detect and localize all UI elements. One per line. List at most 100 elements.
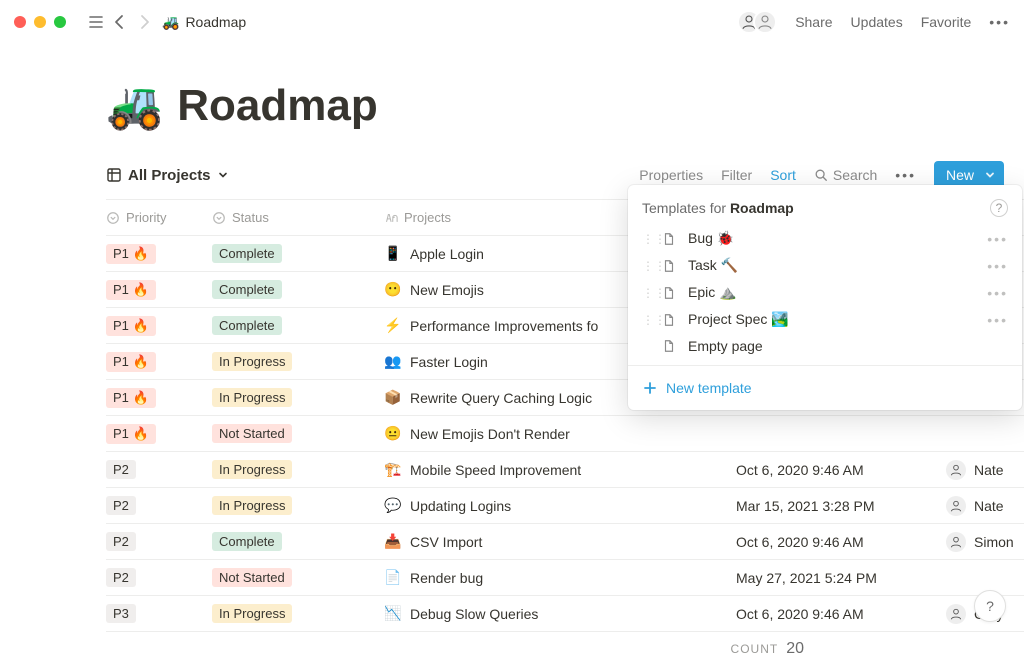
toolbar-more-icon[interactable]: ••• <box>895 167 916 183</box>
project-name: Performance Improvements fo <box>410 318 598 334</box>
cell-assignee: Nate <box>946 496 1024 516</box>
minimize-window-icon[interactable] <box>34 16 46 28</box>
project-icon: 😶 <box>384 281 402 298</box>
sort-button[interactable]: Sort <box>770 167 796 183</box>
templates-popover: Templates for Roadmap ? ⋮⋮ Bug 🐞 ••• ⋮⋮ Task… <box>628 185 1022 410</box>
page-title[interactable]: Roadmap <box>177 81 377 131</box>
table-row[interactable]: P1 🔥Not Started😐New Emojis Don't Render <box>106 416 1024 452</box>
popover-title: Templates for Roadmap ? <box>628 195 1022 225</box>
template-item[interactable]: ⋮⋮ Project Spec 🏞️ ••• <box>628 306 1022 333</box>
template-label: Bug 🐞 <box>688 230 734 247</box>
cell-project: 🏗️Mobile Speed Improvement <box>384 461 736 478</box>
cell-status: In Progress <box>212 388 384 407</box>
cell-date: Oct 6, 2020 9:46 AM <box>736 606 946 622</box>
avatar <box>946 460 966 480</box>
more-icon[interactable]: ••• <box>989 14 1010 30</box>
template-item[interactable]: Empty page <box>628 333 1022 359</box>
project-icon: 💬 <box>384 497 402 514</box>
separator <box>628 365 1022 366</box>
hamburger-icon[interactable] <box>84 10 108 34</box>
priority-badge: P2 <box>106 496 136 515</box>
priority-badge: P2 <box>106 460 136 479</box>
chevron-down-icon[interactable] <box>984 169 996 181</box>
more-icon[interactable]: ••• <box>987 285 1008 301</box>
table-row[interactable]: P2In Progress💬Updating LoginsMar 15, 202… <box>106 488 1024 524</box>
priority-badge: P1 🔥 <box>106 352 156 372</box>
help-icon[interactable]: ? <box>990 199 1008 217</box>
priority-badge: P1 🔥 <box>106 388 156 408</box>
favorite-button[interactable]: Favorite <box>921 14 972 30</box>
template-label: Epic ⛰️ <box>688 284 737 301</box>
table-row[interactable]: P3In Progress📉Debug Slow QueriesOct 6, 2… <box>106 596 1024 632</box>
more-icon[interactable]: ••• <box>987 231 1008 247</box>
traffic-lights <box>14 16 66 28</box>
search-label: Search <box>833 167 877 183</box>
table-row[interactable]: P2In Progress🏗️Mobile Speed ImprovementO… <box>106 452 1024 488</box>
breadcrumb-title: Roadmap <box>185 14 246 30</box>
col-priority[interactable]: Priority <box>106 210 212 225</box>
breadcrumb[interactable]: 🚜 Roadmap <box>162 14 246 31</box>
filter-button[interactable]: Filter <box>721 167 752 183</box>
drag-handle-icon[interactable]: ⋮⋮ <box>642 259 652 273</box>
table-row[interactable]: P2Not Started📄Render bugMay 27, 2021 5:2… <box>106 560 1024 596</box>
zoom-window-icon[interactable] <box>54 16 66 28</box>
drag-handle-icon[interactable]: ⋮⋮ <box>642 286 652 300</box>
updates-button[interactable]: Updates <box>851 14 903 30</box>
template-item[interactable]: ⋮⋮ Bug 🐞 ••• <box>628 225 1022 252</box>
cell-priority: P2 <box>106 532 212 551</box>
help-fab[interactable]: ? <box>974 590 1006 622</box>
project-icon: 📉 <box>384 605 402 622</box>
chevron-down-icon <box>217 169 229 181</box>
project-icon: ⚡ <box>384 317 402 334</box>
avatar <box>946 496 966 516</box>
more-icon[interactable]: ••• <box>987 312 1008 328</box>
assignee-name: Nate <box>974 498 1004 514</box>
cell-priority: P2 <box>106 496 212 515</box>
view-switcher[interactable]: All Projects <box>106 167 229 184</box>
presence-avatars[interactable] <box>737 10 777 34</box>
priority-badge: P1 🔥 <box>106 280 156 300</box>
template-item[interactable]: ⋮⋮ Task 🔨 ••• <box>628 252 1022 279</box>
row-count: COUNT 20 <box>106 632 1024 658</box>
project-name: CSV Import <box>410 534 482 550</box>
share-button[interactable]: Share <box>795 14 832 30</box>
close-window-icon[interactable] <box>14 16 26 28</box>
breadcrumb-emoji: 🚜 <box>162 14 179 31</box>
col-status[interactable]: Status <box>212 210 384 225</box>
drag-handle-icon[interactable]: ⋮⋮ <box>642 313 652 327</box>
table-row[interactable]: P2Complete📥CSV ImportOct 6, 2020 9:46 AM… <box>106 524 1024 560</box>
forward-icon[interactable] <box>132 10 156 34</box>
cell-status: Not Started <box>212 424 384 443</box>
assignee-name: Nate <box>974 462 1004 478</box>
page-icon <box>662 339 678 353</box>
new-template-button[interactable]: New template <box>628 372 1022 404</box>
avatar <box>946 604 966 624</box>
cell-project: 📄Render bug <box>384 569 736 586</box>
page-emoji[interactable]: 🚜 <box>106 78 163 133</box>
project-icon: 🏗️ <box>384 461 402 478</box>
cell-date: Mar 15, 2021 3:28 PM <box>736 498 946 514</box>
status-badge: In Progress <box>212 604 292 623</box>
cell-status: In Progress <box>212 496 384 515</box>
template-label: Task 🔨 <box>688 257 738 274</box>
status-badge: Complete <box>212 532 282 551</box>
cell-priority: P3 <box>106 604 212 623</box>
cell-date: Oct 6, 2020 9:46 AM <box>736 534 946 550</box>
template-item[interactable]: ⋮⋮ Epic ⛰️ ••• <box>628 279 1022 306</box>
avatar[interactable] <box>753 10 777 34</box>
back-icon[interactable] <box>108 10 132 34</box>
cell-date: May 27, 2021 5:24 PM <box>736 570 946 586</box>
properties-button[interactable]: Properties <box>639 167 703 183</box>
drag-handle-icon[interactable]: ⋮⋮ <box>642 232 652 246</box>
project-name: Faster Login <box>410 354 488 370</box>
project-icon: 😐 <box>384 425 402 442</box>
template-label: Project Spec 🏞️ <box>688 311 789 328</box>
cell-assignee: Simon <box>946 532 1024 552</box>
page-icon <box>662 286 678 300</box>
cell-priority: P1 🔥 <box>106 316 212 336</box>
search-button[interactable]: Search <box>814 167 877 183</box>
assignee-name: Simon <box>974 534 1014 550</box>
cell-priority: P1 🔥 <box>106 244 212 264</box>
more-icon[interactable]: ••• <box>987 258 1008 274</box>
cell-date: Oct 6, 2020 9:46 AM <box>736 462 946 478</box>
